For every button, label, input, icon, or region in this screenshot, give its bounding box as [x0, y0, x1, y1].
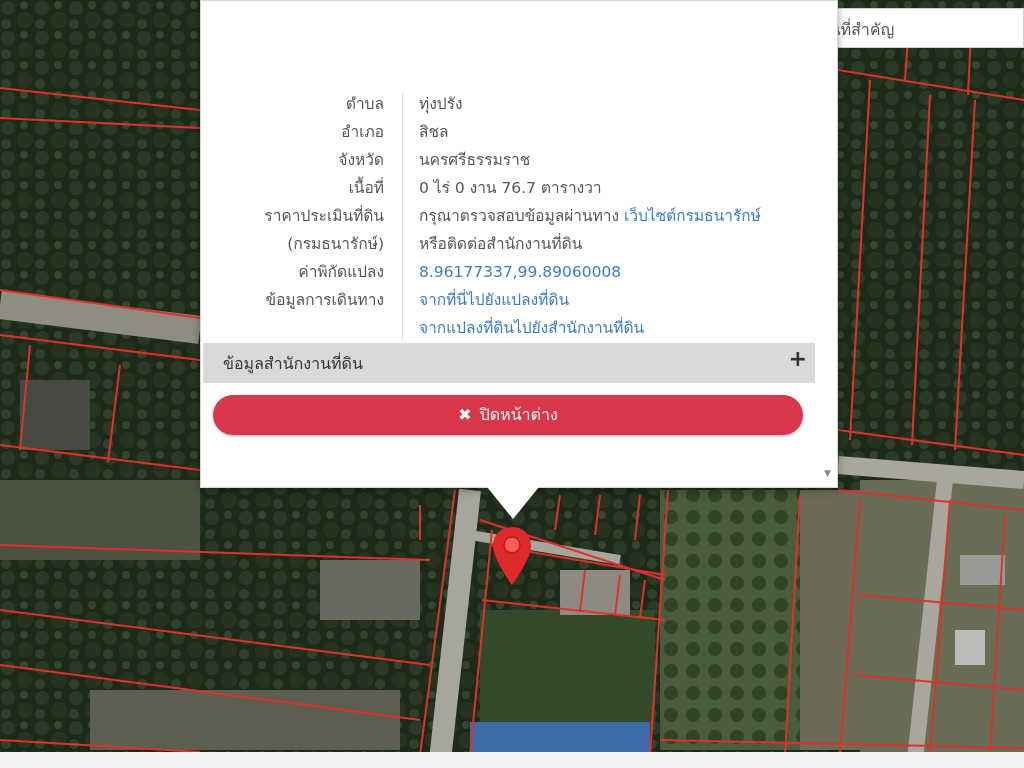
popup-pointer: [487, 487, 539, 519]
info-row-directions: ข้อมูลการเดินทาง จากที่นี่ไปยังแปลงที่ดิ…: [201, 287, 816, 313]
info-key: จังหวัด: [338, 151, 384, 169]
info-row-district: อำเภอ สิชล: [201, 119, 816, 145]
info-key: อำเภอ: [341, 123, 384, 141]
info-row-area: เนื้อที่ 0 ไร่ 0 งาน 76.7 ตารางวา: [201, 175, 816, 201]
appraisal-text: กรุณาตรวจสอบข้อมูลผ่านทาง: [419, 207, 620, 225]
info-value: กรุณาตรวจสอบข้อมูลผ่านทาง เว็บไซต์กรมธนา…: [419, 203, 761, 229]
info-row-province: จังหวัด นครศรีธรรมราช: [201, 147, 816, 173]
treasury-website-link[interactable]: เว็บไซต์กรมธนารักษ์: [624, 207, 761, 225]
info-key: ราคาประเมินที่ดิน: [264, 207, 384, 225]
info-key: เนื้อที่: [348, 179, 384, 197]
close-window-button[interactable]: ✖ ปิดหน้าต่าง: [213, 395, 803, 435]
info-value: หรือติดต่อสำนักงานที่ดิน: [419, 235, 583, 253]
info-row-coordinates: ค่าพิกัดแปลง 8.96177337,99.89060008: [201, 259, 816, 285]
info-row-appraisal: ราคาประเมินที่ดิน กรุณาตรวจสอบข้อมูลผ่าน…: [201, 203, 816, 229]
scroll-down-icon[interactable]: ▼: [824, 469, 831, 479]
info-value: 0 ไร่ 0 งาน 76.7 ตารางวา: [419, 179, 602, 197]
info-value: สิชล: [419, 123, 449, 141]
coordinates-link[interactable]: 8.96177337,99.89060008: [419, 259, 621, 285]
plus-icon[interactable]: +: [789, 347, 807, 372]
close-icon: ✖: [458, 405, 472, 424]
info-row-directions-office: จากแปลงที่ดินไปยังสำนักงานที่ดิน: [201, 315, 816, 341]
land-office-accordion[interactable]: ข้อมูลสำนักงานที่ดิน +: [203, 343, 815, 383]
popup-scrollbar[interactable]: ▼: [815, 1, 837, 487]
close-button-label: ปิดหน้าต่าง: [479, 405, 558, 424]
info-row-subdistrict: ตำบล ทุ่งปรัง: [201, 91, 816, 117]
info-key: ตำบล: [345, 95, 384, 113]
info-value: ทุ่งปรัง: [419, 95, 463, 113]
info-key: (กรมธนารักษ์): [287, 235, 384, 253]
map-marker-icon: [493, 527, 531, 585]
info-row-appraisal-contact: (กรมธนารักษ์) หรือติดต่อสำนักงานที่ดิน: [201, 231, 816, 257]
info-key: ข้อมูลการเดินทาง: [265, 291, 384, 309]
map-marker[interactable]: [491, 525, 533, 587]
parcel-info-popup: ตำบล ทุ่งปรัง อำเภอ สิชล จังหวัด นครศรีธ…: [200, 0, 838, 488]
info-value: นครศรีธรรมราช: [419, 151, 531, 169]
info-key: ค่าพิกัดแปลง: [298, 263, 384, 281]
directions-to-office-link[interactable]: จากแปลงที่ดินไปยังสำนักงานที่ดิน: [419, 315, 644, 341]
accordion-label: ข้อมูลสำนักงานที่ดิน: [223, 354, 363, 373]
directions-to-parcel-link[interactable]: จากที่นี่ไปยังแปลงที่ดิน: [419, 287, 569, 313]
